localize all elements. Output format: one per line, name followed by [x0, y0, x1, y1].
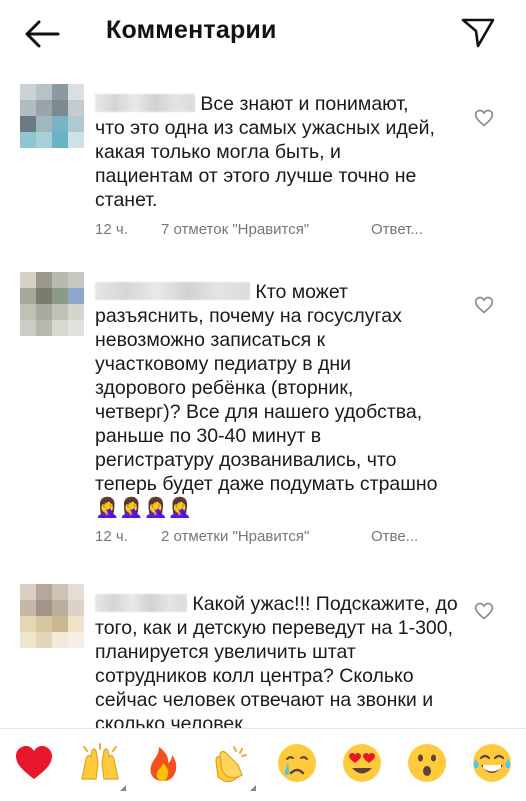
comment-body: Кто может разъяснить, почему на госуслуг… [95, 281, 438, 519]
comment-time: 12 ч. [95, 528, 128, 545]
username-blurred[interactable] [95, 282, 250, 300]
emoji-reaction-bar [0, 728, 526, 801]
fire-icon[interactable] [141, 741, 185, 785]
likes-count-link[interactable]: 2 отметки "Нравится" [161, 528, 371, 545]
username-blurred[interactable] [95, 94, 195, 112]
tears-of-joy-icon[interactable] [470, 741, 514, 785]
comment-text: Все знают и понимают, что это одна из са… [95, 92, 440, 212]
page-title: Комментарии [106, 16, 277, 44]
likes-count-link[interactable]: 7 отметок "Нравится" [161, 221, 371, 238]
username-blurred[interactable] [95, 594, 187, 612]
red-heart-icon[interactable] [12, 741, 56, 785]
comment-text: Какой ужас!!! Подскажите, до того, как и… [95, 592, 465, 736]
back-arrow-icon[interactable] [22, 18, 62, 50]
like-heart-icon[interactable] [474, 295, 494, 315]
comment-meta: 12 ч. 2 отметки "Нравится" Отве... [95, 528, 418, 545]
astonished-face-icon[interactable] [405, 741, 449, 785]
reply-button[interactable]: Отве... [371, 528, 418, 545]
comment-time: 12 ч. [95, 221, 128, 238]
avatar[interactable] [20, 272, 84, 336]
crying-face-icon[interactable] [275, 741, 319, 785]
comment-meta: 12 ч. 7 отметок "Нравится" Ответ... [95, 221, 423, 238]
comment-text: Кто может разъяснить, почему на госуслуг… [95, 280, 440, 520]
avatar[interactable] [20, 584, 84, 648]
clapping-hands-icon[interactable] [208, 741, 256, 791]
raised-hands-icon[interactable] [78, 741, 126, 791]
like-heart-icon[interactable] [474, 601, 494, 621]
reply-button[interactable]: Ответ... [371, 221, 423, 238]
avatar[interactable] [20, 84, 84, 148]
send-icon[interactable] [460, 14, 496, 50]
top-bar: Комментарии [0, 0, 526, 66]
heart-eyes-icon[interactable] [340, 741, 384, 785]
like-heart-icon[interactable] [474, 108, 494, 128]
comment-body: Какой ужас!!! Подскажите, до того, как и… [95, 593, 458, 735]
